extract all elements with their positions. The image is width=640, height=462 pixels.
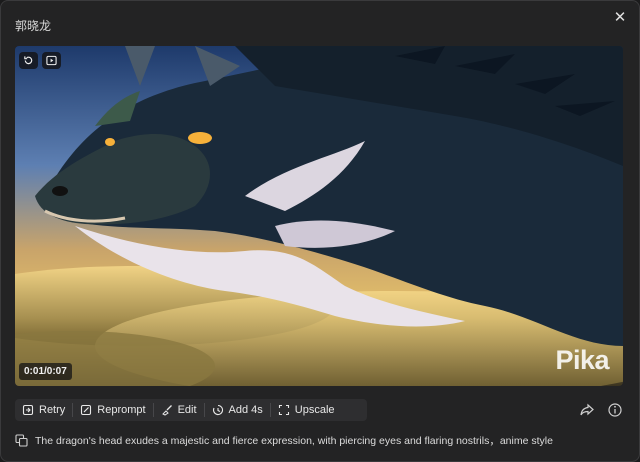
retry-button[interactable]: Retry	[15, 399, 72, 421]
upscale-button[interactable]: Upscale	[271, 399, 342, 421]
edit-pen-icon	[81, 404, 92, 416]
add-4s-label: Add 4s	[228, 404, 263, 416]
play-icon	[46, 55, 57, 66]
close-button[interactable]: ✕	[611, 9, 629, 27]
brush-icon	[161, 405, 172, 416]
pika-watermark: Pika	[555, 345, 609, 375]
copy-icon	[15, 434, 28, 447]
prompt-row: The dragon's head exudes a majestic and …	[15, 433, 553, 448]
reprompt-label: Reprompt	[97, 404, 146, 416]
play-button[interactable]	[42, 52, 61, 69]
upscale-label: Upscale	[294, 404, 335, 416]
reprompt-button[interactable]: Reprompt	[73, 399, 152, 421]
info-button[interactable]	[607, 402, 623, 418]
expand-icon	[278, 404, 289, 416]
copy-prompt-button[interactable]	[15, 434, 28, 447]
video-timestamp: 0:01/0:07	[19, 363, 72, 380]
share-button[interactable]	[579, 402, 595, 418]
retry-label: Retry	[39, 404, 66, 416]
replay-icon	[24, 56, 33, 65]
video-modal: 郭晓龙 ✕ 0:01/0:07 Pika Retry Reprompt Edit…	[0, 0, 640, 462]
modal-title: 郭晓龙	[15, 19, 52, 33]
edit-label: Edit	[177, 404, 197, 416]
share-icon	[580, 403, 594, 416]
action-toolbar: Retry Reprompt Edit Add 4s Upscale	[15, 399, 367, 421]
prompt-text: The dragon's head exudes a majestic and …	[35, 435, 553, 447]
info-icon	[608, 403, 622, 417]
video-player[interactable]: 0:01/0:07 Pika	[15, 46, 623, 386]
retry-icon	[22, 404, 34, 416]
close-icon: ✕	[613, 9, 627, 26]
add-time-icon	[212, 404, 223, 415]
replay-button[interactable]	[19, 52, 38, 69]
video-frame	[15, 46, 623, 386]
edit-button[interactable]: Edit	[154, 399, 204, 421]
add-4s-button[interactable]: Add 4s	[205, 399, 270, 421]
